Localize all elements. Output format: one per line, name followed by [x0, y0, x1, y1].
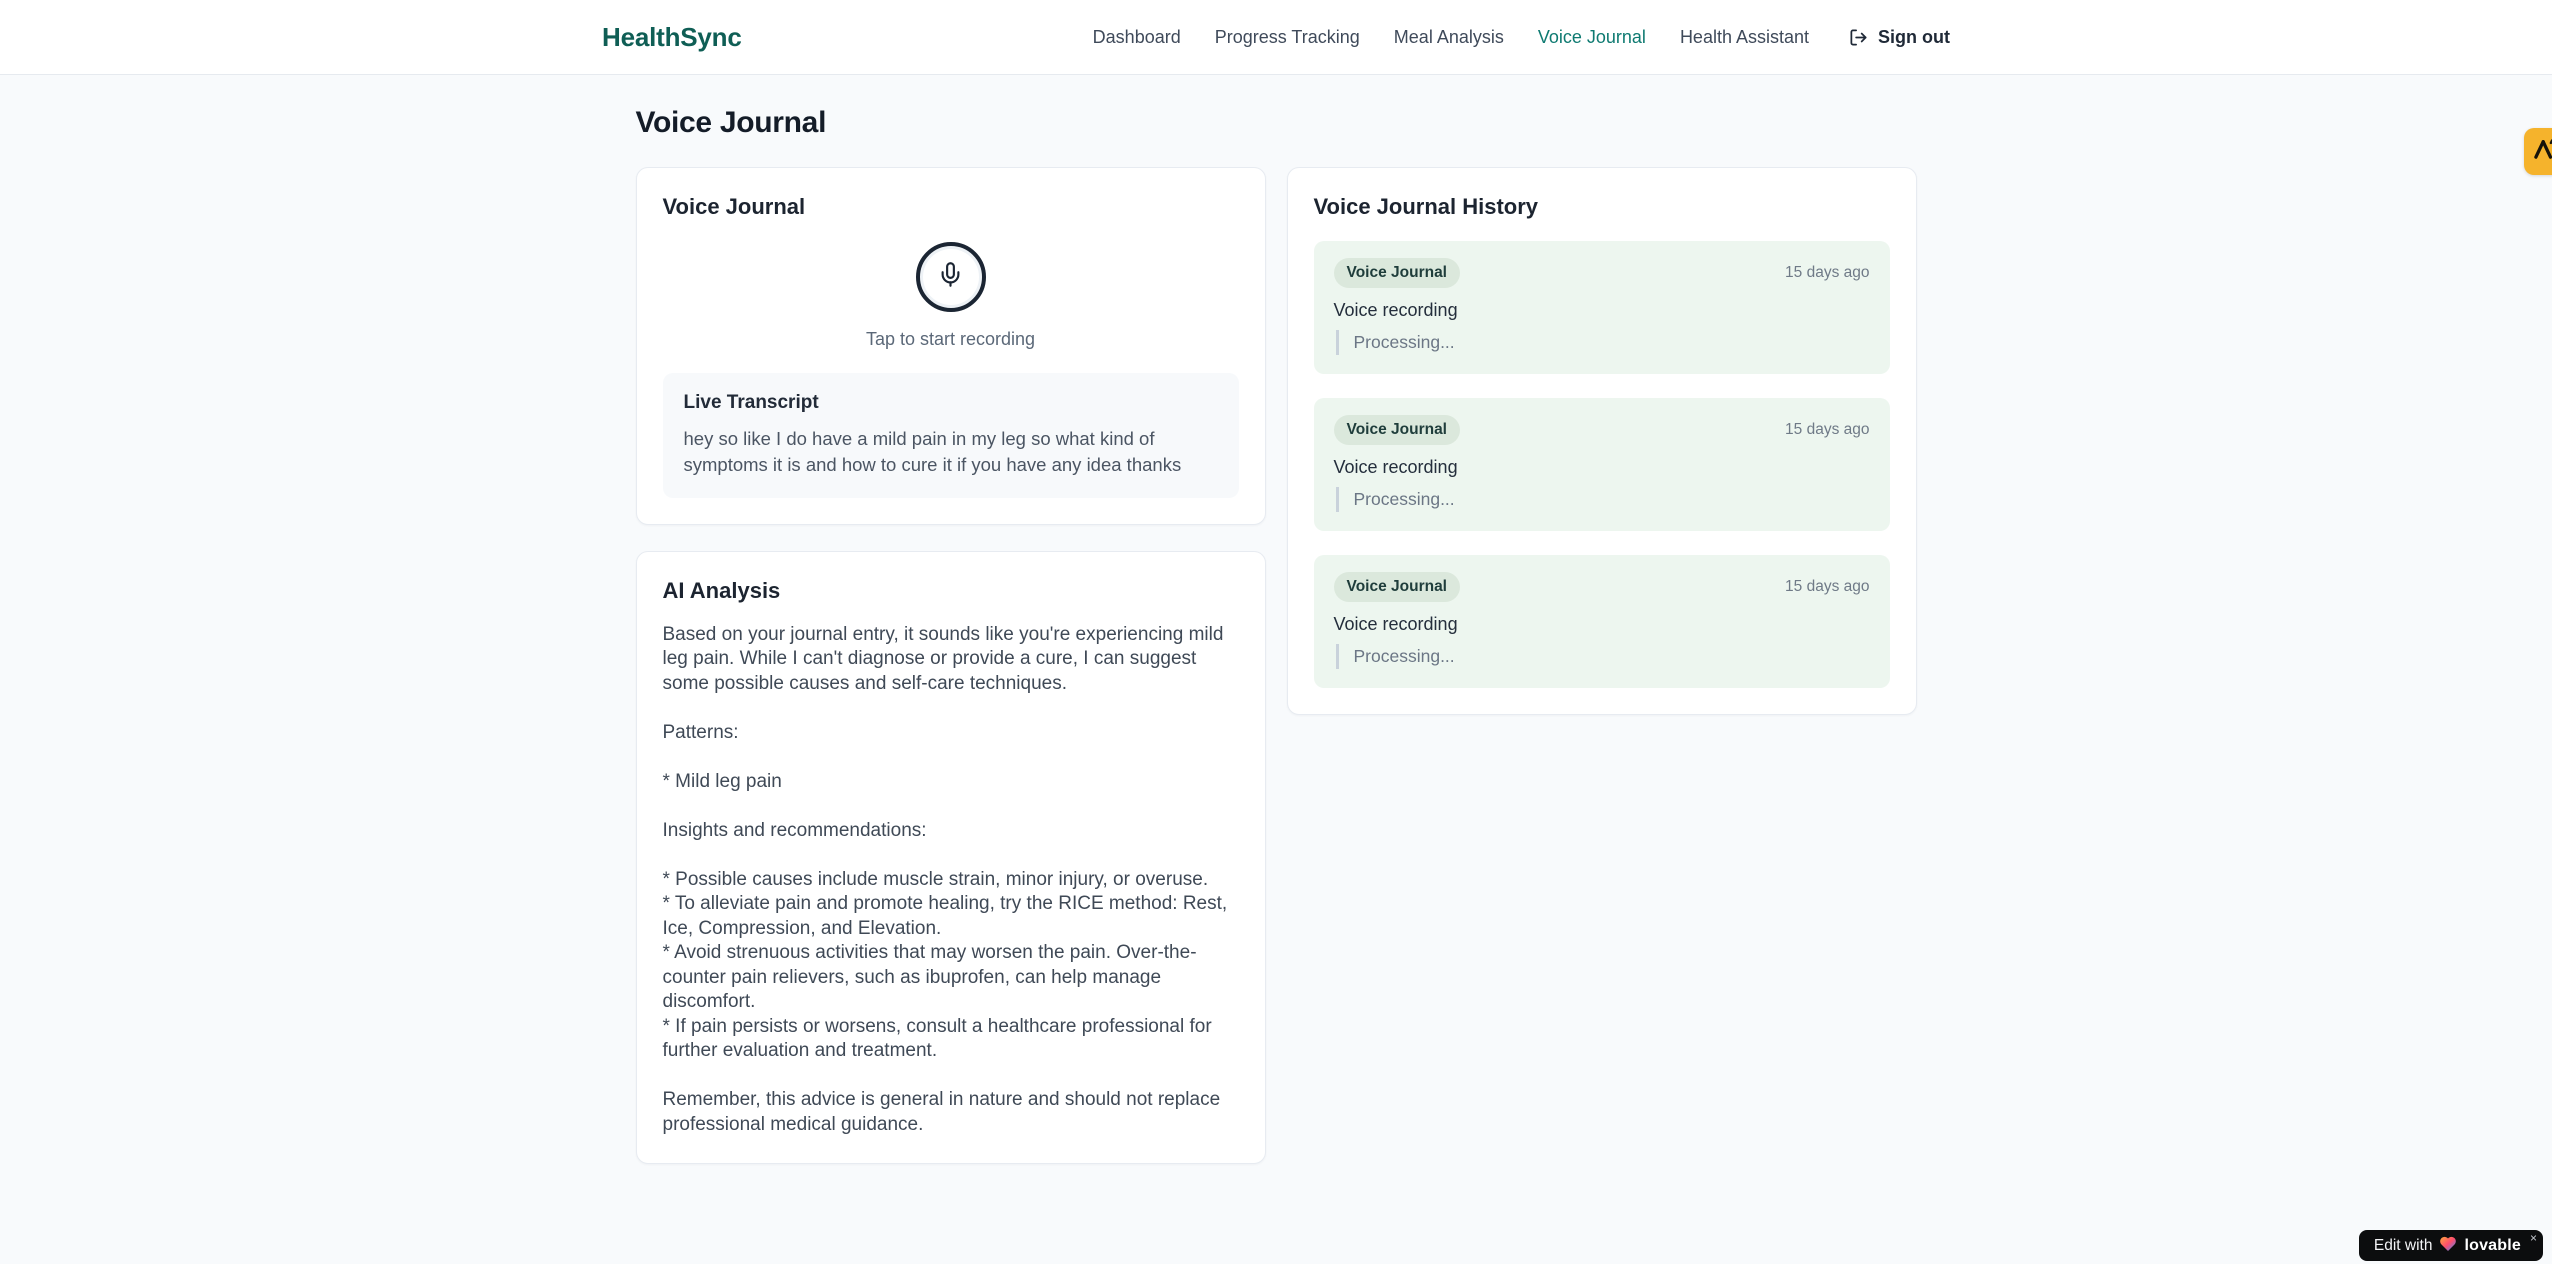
- edit-badge-prefix: Edit with: [2373, 1236, 2433, 1254]
- history-entry[interactable]: Voice Journal 15 days ago Voice recordin…: [1313, 555, 1890, 688]
- ai-analysis-title: AI Analysis: [662, 577, 781, 603]
- sign-out-label: Sign out: [1878, 26, 1950, 47]
- sign-out-button[interactable]: Sign out: [1849, 27, 1950, 48]
- lovable-heart-icon: [2439, 1235, 2457, 1257]
- voice-recorder-card: Voice Journal Tap to start recording Liv…: [635, 167, 1266, 525]
- record-button[interactable]: [915, 242, 986, 312]
- tap-to-record-hint: Tap to start recording: [865, 329, 1036, 349]
- edit-with-lovable-badge[interactable]: Edit with lovable ×: [2358, 1230, 2543, 1261]
- edit-badge-brand: lovable: [2464, 1236, 2521, 1254]
- entry-type-badge: Voice Journal: [1333, 415, 1460, 445]
- history-entry[interactable]: Voice Journal 15 days ago Voice recordin…: [1313, 241, 1890, 374]
- header: HealthSync Dashboard Progress Tracking M…: [0, 0, 2552, 75]
- entry-label: Voice recording: [1333, 614, 1458, 634]
- history-card-title: Voice Journal History: [1313, 194, 1539, 219]
- main-nav: Dashboard Progress Tracking Meal Analysi…: [1093, 27, 1950, 48]
- history-entry-header: Voice Journal 15 days ago: [1333, 258, 1870, 288]
- live-transcript-title: Live Transcript: [683, 392, 819, 413]
- history-entry-header: Voice Journal 15 days ago: [1333, 572, 1870, 602]
- entry-status: Processing...: [1335, 330, 1870, 355]
- edit-badge-close-icon[interactable]: ×: [2530, 1232, 2537, 1244]
- voice-journal-history-card: Voice Journal History Voice Journal 15 d…: [1286, 167, 1917, 715]
- live-transcript-box: Live Transcript hey so like I do have a …: [662, 373, 1239, 498]
- history-list: Voice Journal 15 days ago Voice recordin…: [1313, 241, 1890, 688]
- brand-logo[interactable]: HealthSync: [602, 22, 742, 53]
- content-grid: Voice Journal Tap to start recording Liv…: [635, 167, 1917, 1165]
- history-entry-header: Voice Journal 15 days ago: [1333, 415, 1870, 445]
- header-container: HealthSync Dashboard Progress Tracking M…: [602, 22, 1950, 53]
- nav-item-health-assistant[interactable]: Health Assistant: [1680, 27, 1809, 48]
- entry-label: Voice recording: [1333, 457, 1458, 477]
- recorder-body: Tap to start recording Live Transcript h…: [662, 242, 1239, 498]
- live-transcript-text: hey so like I do have a mild pain in my …: [683, 428, 1182, 476]
- entry-status: Processing...: [1335, 487, 1870, 512]
- nav-item-meal-analysis[interactable]: Meal Analysis: [1394, 27, 1504, 48]
- entry-timestamp: 15 days ago: [1785, 264, 1870, 281]
- log-out-icon: [1849, 28, 1868, 47]
- nav-item-voice-journal[interactable]: Voice Journal: [1538, 27, 1646, 48]
- nav-item-progress-tracking[interactable]: Progress Tracking: [1215, 27, 1360, 48]
- entry-type-badge: Voice Journal: [1333, 258, 1460, 288]
- microphone-icon: [937, 261, 964, 293]
- ai-analysis-card: AI Analysis Based on your journal entry,…: [635, 550, 1266, 1165]
- extension-badge-icon: [2531, 136, 2552, 167]
- entry-timestamp: 15 days ago: [1785, 578, 1870, 595]
- nav-item-dashboard[interactable]: Dashboard: [1093, 27, 1181, 48]
- left-column: Voice Journal Tap to start recording Liv…: [635, 167, 1266, 1165]
- entry-status: Processing...: [1335, 644, 1870, 669]
- entry-timestamp: 15 days ago: [1785, 421, 1870, 438]
- ai-analysis-body: Based on your journal entry, it sounds l…: [662, 623, 1228, 1135]
- entry-label: Voice recording: [1333, 300, 1458, 320]
- recorder-card-title: Voice Journal: [662, 194, 806, 219]
- extension-overlay-badge[interactable]: [2524, 128, 2552, 175]
- history-entry[interactable]: Voice Journal 15 days ago Voice recordin…: [1313, 398, 1890, 531]
- main-content: Voice Journal Voice Journal Tap to start…: [635, 75, 1917, 1165]
- right-column: Voice Journal History Voice Journal 15 d…: [1286, 167, 1917, 715]
- page-title: Voice Journal: [635, 106, 827, 139]
- entry-type-badge: Voice Journal: [1333, 572, 1460, 602]
